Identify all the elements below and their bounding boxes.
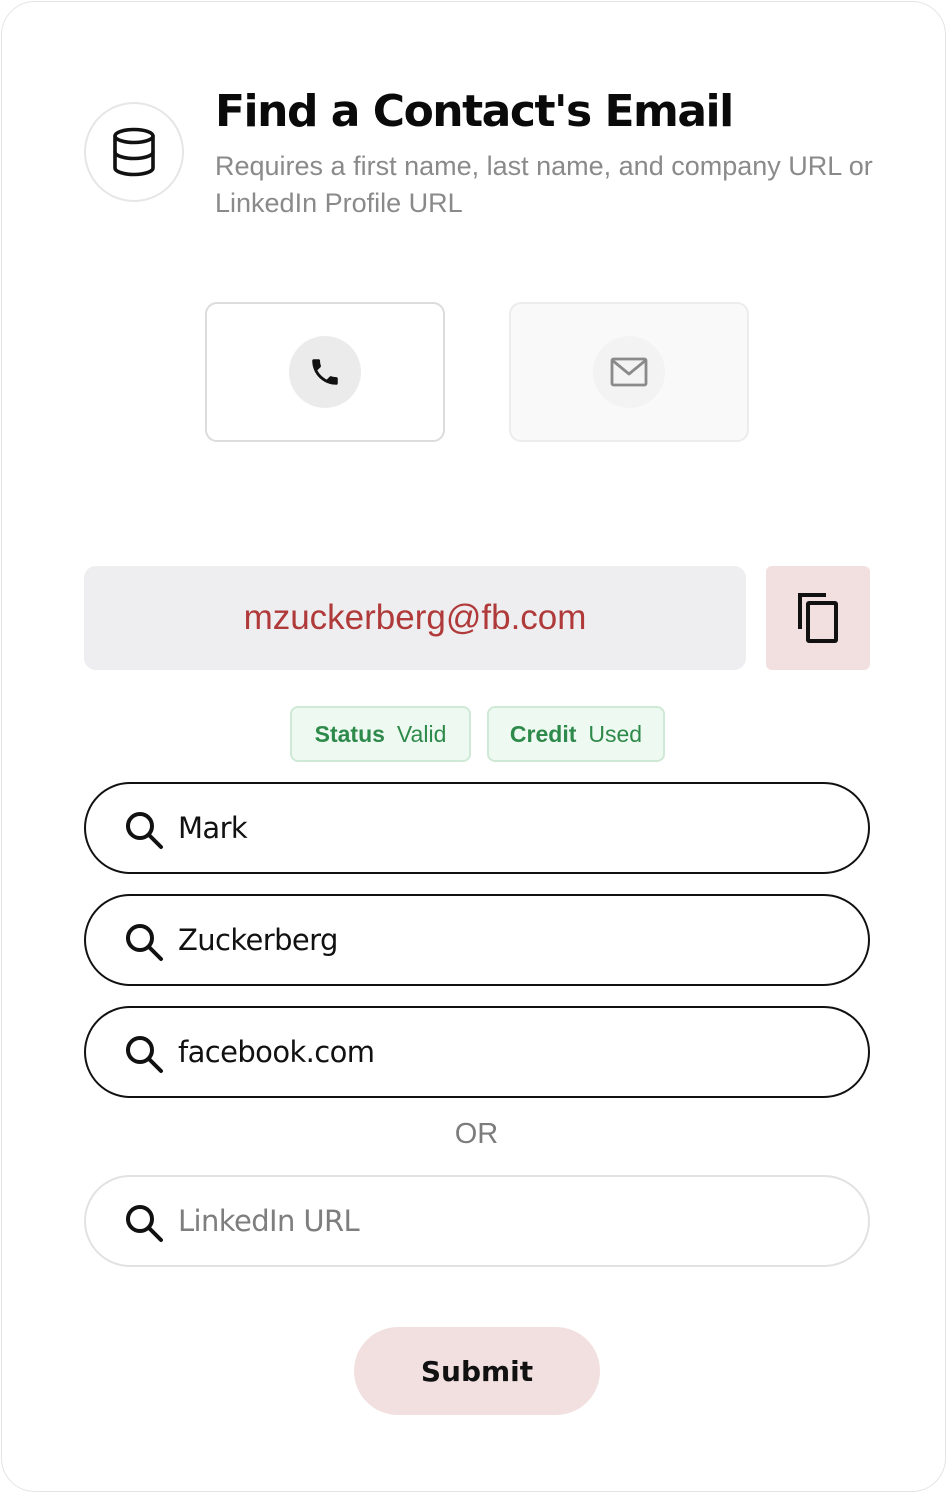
search-icon bbox=[126, 924, 163, 961]
copy-button[interactable] bbox=[766, 566, 870, 670]
phone-icon-circle bbox=[289, 336, 361, 408]
first-name-input[interactable] bbox=[178, 784, 838, 872]
linkedin-field[interactable] bbox=[84, 1175, 870, 1267]
email-mode-button[interactable] bbox=[509, 302, 749, 442]
copy-icon bbox=[798, 593, 838, 643]
status-badge-key: Status bbox=[314, 720, 385, 747]
first-name-field[interactable] bbox=[84, 782, 870, 874]
company-field[interactable] bbox=[84, 1006, 870, 1098]
status-badge: Status Valid bbox=[290, 706, 471, 762]
phone-icon bbox=[312, 359, 338, 385]
mail-icon-circle bbox=[593, 336, 665, 408]
database-icon bbox=[113, 127, 155, 177]
page-subtitle: Requires a first name, last name, and co… bbox=[215, 151, 873, 218]
search-icon bbox=[126, 1205, 163, 1242]
database-icon-container bbox=[84, 102, 184, 202]
email-finder-card: Find a Contact's Email Requires a first … bbox=[1, 1, 946, 1492]
company-input[interactable] bbox=[178, 1008, 838, 1096]
credit-badge: Credit Used bbox=[487, 706, 665, 762]
last-name-field[interactable] bbox=[84, 894, 870, 986]
last-name-input[interactable] bbox=[178, 896, 838, 984]
submit-button[interactable]: Submit bbox=[354, 1327, 600, 1415]
status-badge-value: Valid bbox=[396, 720, 447, 747]
page-title: Find a Contact's Email bbox=[215, 86, 734, 137]
linkedin-input[interactable] bbox=[178, 1177, 838, 1265]
search-icon bbox=[126, 1036, 163, 1073]
or-divider: OR bbox=[454, 1118, 499, 1150]
search-icon bbox=[126, 812, 163, 849]
email-result: mzuckerberg@fb.com bbox=[84, 566, 746, 670]
credit-badge-key: Credit bbox=[509, 720, 577, 747]
phone-mode-button[interactable] bbox=[205, 302, 445, 442]
credit-badge-value: Used bbox=[588, 720, 643, 747]
mail-icon bbox=[610, 357, 648, 387]
